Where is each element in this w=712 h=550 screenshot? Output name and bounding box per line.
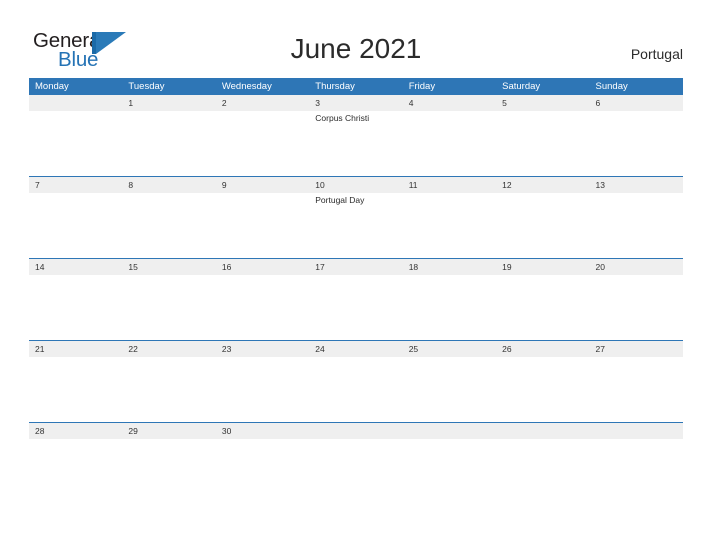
calendar-day-cell[interactable]: 3 Corpus Christi — [309, 95, 402, 176]
weekday-header-monday: Monday — [35, 81, 69, 92]
calendar-day-cell[interactable]: 27 — [590, 341, 683, 422]
calendar-day-cell[interactable]: 10 Portugal Day — [309, 177, 402, 258]
calendar-day-cell[interactable]: 13 — [590, 177, 683, 258]
calendar-page: General Blue June 2021 Portugal Monday T… — [0, 0, 712, 550]
day-number: 25 — [408, 344, 419, 354]
calendar-day-cell[interactable]: 14 — [29, 259, 122, 340]
day-number: 13 — [595, 180, 605, 190]
weekday-header-thursday: Thursday — [315, 81, 355, 92]
calendar-day-cell[interactable]: 5 — [496, 95, 589, 176]
weekday-header-wednesday: Wednesday — [221, 81, 272, 92]
day-number: 16 — [221, 262, 232, 272]
calendar-day-cell[interactable]: 21 — [29, 341, 122, 422]
day-number: 19 — [502, 262, 512, 272]
calendar-week-row: 21 22 23 24 25 26 27 — [29, 340, 683, 422]
day-number: 10 — [315, 180, 325, 190]
day-number: 4 — [408, 98, 414, 108]
week-cells: 1 2 3 Corpus Christi 4 5 6 — [29, 95, 683, 176]
calendar-day-cell[interactable]: 18 — [403, 259, 496, 340]
day-number: 2 — [221, 98, 227, 108]
country-label: Portugal — [630, 46, 683, 62]
holiday-event-label: Portugal Day — [315, 195, 365, 205]
day-number: 12 — [502, 180, 512, 190]
day-number: 27 — [595, 344, 605, 354]
calendar-day-cell[interactable]: 1 — [122, 95, 215, 176]
calendar-day-cell[interactable]: 23 — [216, 341, 309, 422]
day-number: 20 — [595, 262, 605, 272]
holiday-event-label: Corpus Christi — [315, 113, 370, 123]
day-number: 18 — [408, 262, 419, 272]
calendar-day-cell[interactable]: 11 — [403, 177, 496, 258]
weekday-header-sunday: Sunday — [595, 81, 628, 92]
day-number: 15 — [128, 262, 138, 272]
day-number: 1 — [128, 98, 134, 108]
calendar-grid: Monday Tuesday Wednesday Thursday Friday… — [29, 78, 683, 504]
calendar-day-cell[interactable]: 9 — [216, 177, 309, 258]
calendar-day-cell[interactable]: 4 — [403, 95, 496, 176]
calendar-week-row: 28 29 30 — [29, 422, 683, 504]
calendar-day-cell[interactable]: 16 — [216, 259, 309, 340]
calendar-day-cell-empty — [496, 423, 589, 504]
day-events: Corpus Christi — [309, 111, 402, 124]
calendar-day-cell[interactable]: 24 — [309, 341, 402, 422]
calendar-day-cell[interactable]: 29 — [122, 423, 215, 504]
calendar-day-cell[interactable]: 12 — [496, 177, 589, 258]
calendar-day-cell[interactable]: 2 — [216, 95, 309, 176]
week-cells: 21 22 23 24 25 26 27 — [29, 341, 683, 422]
calendar-day-cell[interactable]: 19 — [496, 259, 589, 340]
calendar-day-cell[interactable]: 15 — [122, 259, 215, 340]
day-number: 11 — [408, 180, 418, 190]
day-number: 24 — [315, 344, 325, 354]
day-number: 22 — [128, 344, 138, 354]
day-number: 9 — [221, 180, 227, 190]
weekday-header-row: Monday Tuesday Wednesday Thursday Friday… — [29, 78, 683, 95]
day-number: 21 — [35, 344, 45, 354]
day-number: 30 — [221, 426, 232, 436]
calendar-day-cell[interactable]: 20 — [590, 259, 683, 340]
calendar-day-cell[interactable]: 26 — [496, 341, 589, 422]
day-number: 29 — [128, 426, 138, 436]
day-number: 17 — [315, 262, 325, 272]
week-cells: 14 15 16 17 18 19 20 — [29, 259, 683, 340]
calendar-day-cell[interactable]: 25 — [403, 341, 496, 422]
day-number: 3 — [315, 98, 320, 108]
day-number: 26 — [502, 344, 512, 354]
calendar-day-cell[interactable]: 17 — [309, 259, 402, 340]
calendar-day-cell[interactable]: 6 — [590, 95, 683, 176]
calendar-week-row: 1 2 3 Corpus Christi 4 5 6 — [29, 95, 683, 176]
weekday-header-saturday: Saturday — [502, 81, 541, 92]
day-number: 14 — [35, 262, 45, 272]
calendar-day-cell[interactable]: 22 — [122, 341, 215, 422]
calendar-day-cell[interactable]: 30 — [216, 423, 309, 504]
page-header: General Blue June 2021 Portugal — [0, 0, 712, 78]
day-number: 7 — [35, 180, 40, 190]
day-number: 28 — [35, 426, 45, 436]
calendar-week-row: 14 15 16 17 18 19 20 — [29, 258, 683, 340]
calendar-day-cell-empty — [403, 423, 496, 504]
week-cells: 28 29 30 — [29, 423, 683, 504]
calendar-weeks: 1 2 3 Corpus Christi 4 5 6 7 8 9 10 Portugal Day 11 1… — [29, 95, 683, 504]
weekday-header-friday: Friday — [408, 81, 436, 92]
day-number: 5 — [502, 98, 507, 108]
day-events: Portugal Day — [309, 193, 402, 206]
calendar-week-row: 7 8 9 10 Portugal Day 11 12 13 — [29, 176, 683, 258]
calendar-day-cell[interactable]: 8 — [122, 177, 215, 258]
day-number: 8 — [128, 180, 134, 190]
day-number: 6 — [595, 98, 601, 108]
day-number: 23 — [221, 344, 232, 354]
weekday-header-tuesday: Tuesday — [128, 81, 165, 92]
calendar-day-cell-empty — [29, 95, 122, 176]
calendar-day-cell[interactable]: 28 — [29, 423, 122, 504]
week-cells: 7 8 9 10 Portugal Day 11 12 13 — [29, 177, 683, 258]
calendar-day-cell[interactable]: 7 — [29, 177, 122, 258]
calendar-day-cell-empty — [590, 423, 683, 504]
page-title: June 2021 — [290, 33, 422, 64]
calendar-day-cell-empty — [309, 423, 402, 504]
